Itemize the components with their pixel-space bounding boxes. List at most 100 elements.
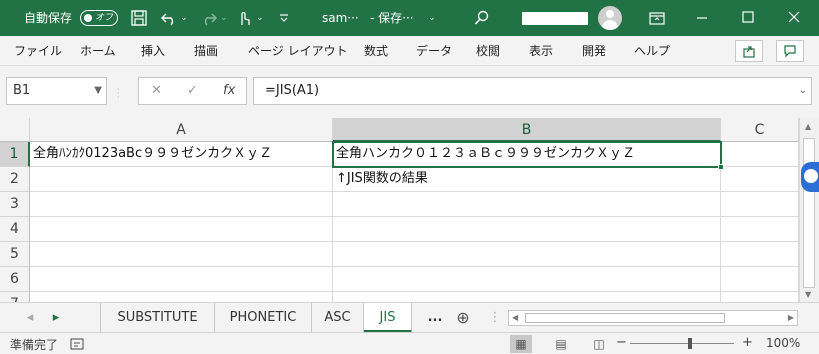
touch-dropdown-icon[interactable]: ⌄ <box>256 0 264 36</box>
scroll-down-icon[interactable]: ▼ <box>805 290 811 299</box>
undo-icon[interactable] <box>160 10 178 26</box>
select-all-corner[interactable] <box>0 118 30 142</box>
cell-b6[interactable] <box>333 267 721 292</box>
tab-next-icon[interactable]: ▸ <box>44 303 68 333</box>
row-header-1[interactable]: 1 <box>0 142 30 167</box>
tab-prev-icon[interactable]: ◂ <box>18 303 42 333</box>
menu-formulas[interactable]: 数式 <box>364 36 388 66</box>
cell-c4[interactable] <box>721 217 799 242</box>
tab-jis[interactable]: JIS <box>364 303 412 333</box>
page-break-view-icon[interactable]: ◫ <box>588 335 610 353</box>
zoom-level[interactable]: 100% <box>766 336 800 350</box>
scroll-up-icon[interactable]: ▲ <box>805 122 811 131</box>
cell-c5[interactable] <box>721 242 799 267</box>
column-header-a[interactable]: A <box>30 118 333 142</box>
title-dropdown-icon[interactable]: ⌄ <box>428 0 436 36</box>
undo-dropdown-icon[interactable]: ⌄ <box>180 0 188 36</box>
scroll-left-icon[interactable]: ◀ <box>512 311 518 325</box>
menu-view[interactable]: 表示 <box>529 36 553 66</box>
cell-a2[interactable] <box>30 167 333 192</box>
horizontal-scrollbar[interactable]: ◀ ▶ <box>508 310 798 326</box>
row-header-6[interactable]: 6 <box>0 267 30 292</box>
close-icon[interactable] <box>788 11 800 23</box>
accessibility-icon[interactable] <box>70 337 84 351</box>
tab-phonetic[interactable]: PHONETIC <box>215 303 312 333</box>
comments-button[interactable] <box>776 40 804 62</box>
tab-asc[interactable]: ASC <box>312 303 364 333</box>
insert-function-icon[interactable]: fx <box>223 78 235 104</box>
autosave-label: 自動保存 <box>24 11 73 25</box>
formula-input[interactable]: =JIS(A1) ⌄ <box>253 77 812 105</box>
splitter-handle-icon[interactable]: · · · <box>117 86 121 102</box>
maximize-icon[interactable] <box>742 11 754 23</box>
cell-b5[interactable] <box>333 242 721 267</box>
avatar-body <box>602 20 618 30</box>
minimize-icon[interactable] <box>696 12 708 24</box>
touch-mode-icon[interactable] <box>236 9 252 27</box>
cell-a3[interactable] <box>30 192 333 217</box>
add-sheet-icon[interactable]: ⊕ <box>450 303 476 333</box>
cell-a1[interactable]: 全角ﾊﾝｶｸ0123aBc９９９ゼンカクＸｙＺ <box>30 142 333 167</box>
cell-a4[interactable] <box>30 217 333 242</box>
expand-formula-icon[interactable]: ⌄ <box>799 78 807 104</box>
menu-data[interactable]: データ <box>416 36 452 66</box>
menu-insert[interactable]: 挿入 <box>141 36 165 66</box>
column-header-c[interactable]: C <box>721 118 799 142</box>
zoom-out-button[interactable]: − <box>616 335 627 350</box>
redo-dropdown-icon: ⌄ <box>220 13 228 23</box>
save-icon[interactable] <box>131 10 147 26</box>
search-icon[interactable] <box>474 10 490 26</box>
cell-a6[interactable] <box>30 267 333 292</box>
vertical-scroll-thumb[interactable] <box>803 138 815 288</box>
menu-developer[interactable]: 開発 <box>582 36 606 66</box>
cell-c1[interactable] <box>721 142 799 167</box>
customize-toolbar-icon[interactable] <box>278 12 290 24</box>
autosave-toggle[interactable]: オフ <box>80 10 118 26</box>
zoom-slider-track[interactable] <box>630 343 734 344</box>
menu-review[interactable]: 校閲 <box>476 36 500 66</box>
menu-help[interactable]: ヘルプ <box>634 36 670 66</box>
zoom-slider-knob[interactable] <box>688 338 692 349</box>
name-box-dropdown-icon[interactable]: ▼ <box>94 78 102 104</box>
row-header-4[interactable]: 4 <box>0 217 30 242</box>
cell-b3[interactable] <box>333 192 721 217</box>
tab-more-icon[interactable]: ... <box>420 303 450 333</box>
save-status[interactable]: - 保存··· <box>370 0 414 36</box>
file-name[interactable]: sam··· <box>322 0 359 36</box>
menu-page-layout[interactable]: ページ レイアウト <box>248 36 348 66</box>
row-header-7[interactable]: 7 <box>0 292 30 302</box>
cell-b4[interactable] <box>333 217 721 242</box>
redo-icon <box>204 13 217 26</box>
cell-a7[interactable] <box>30 292 333 302</box>
normal-view-icon[interactable]: ▦ <box>510 335 532 353</box>
tab-splitter-icon[interactable]: ⋮ <box>488 303 502 333</box>
menu-file[interactable]: ファイル <box>14 36 62 66</box>
fill-handle[interactable] <box>718 164 724 170</box>
ribbon-display-icon[interactable] <box>649 10 665 26</box>
column-header-b[interactable]: B <box>333 118 721 142</box>
avatar[interactable] <box>598 6 622 30</box>
cell-c3[interactable] <box>721 192 799 217</box>
enter-icon[interactable]: ✓ <box>187 78 198 104</box>
zoom-in-button[interactable]: + <box>742 335 753 350</box>
horizontal-scroll-thumb[interactable] <box>525 313 725 323</box>
cancel-icon[interactable]: ✕ <box>151 78 162 104</box>
vertical-scrollbar[interactable]: ▲ ▼ <box>799 118 819 302</box>
menu-home[interactable]: ホーム <box>80 36 116 66</box>
cell-c7[interactable] <box>721 292 799 302</box>
tab-substitute[interactable]: SUBSTITUTE <box>101 303 215 333</box>
row-header-2[interactable]: 2 <box>0 167 30 192</box>
page-layout-view-icon[interactable]: ▤ <box>550 335 572 353</box>
cell-a5[interactable] <box>30 242 333 267</box>
row-header-5[interactable]: 5 <box>0 242 30 267</box>
floating-assistant-button[interactable] <box>801 162 819 192</box>
cell-b7[interactable] <box>333 292 721 302</box>
menu-draw[interactable]: 描画 <box>194 36 218 66</box>
name-box[interactable]: B1 ▼ <box>6 77 107 105</box>
cell-c2[interactable] <box>721 167 799 192</box>
share-button[interactable] <box>735 40 763 62</box>
cell-b2[interactable]: ↑JIS関数の結果 <box>333 167 721 192</box>
cell-c6[interactable] <box>721 267 799 292</box>
row-header-3[interactable]: 3 <box>0 192 30 217</box>
scroll-right-icon[interactable]: ▶ <box>788 311 794 325</box>
